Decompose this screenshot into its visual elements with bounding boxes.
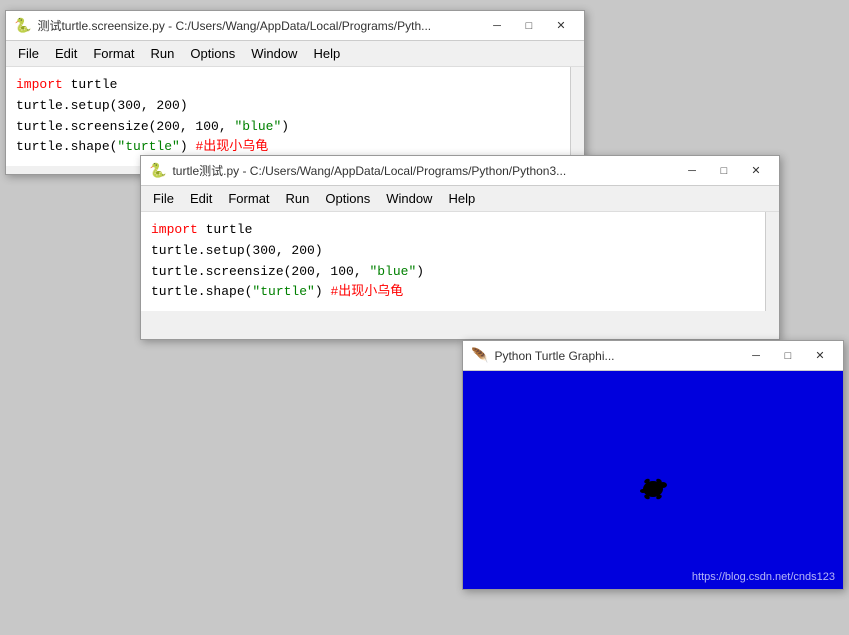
idle-window-2[interactable]: 🐍 turtle测试.py - C:/Users/Wang/AppData/Lo…: [140, 155, 780, 340]
watermark: https://blog.csdn.net/cnds123: [692, 571, 835, 583]
title-bar-1: 🐍 测试turtle.screensize.py - C:/Users/Wang…: [6, 11, 584, 41]
scrollbar-1[interactable]: [570, 67, 584, 166]
title-bar-3: 🪶 Python Turtle Graphi... ─ □ ✕: [463, 341, 843, 371]
maximize-button-3[interactable]: □: [773, 345, 803, 367]
title-bar-left-1: 🐍 测试turtle.screensize.py - C:/Users/Wang…: [14, 17, 482, 34]
code-line-1-2: turtle.setup(300, 200): [16, 96, 574, 117]
code-line-1-1: import turtle: [16, 75, 574, 96]
code-line-2-4: turtle.shape("turtle") #出现小乌龟: [151, 282, 769, 303]
window1-code[interactable]: import turtle turtle.setup(300, 200) tur…: [6, 67, 584, 166]
turtle-canvas: https://blog.csdn.net/cnds123: [463, 371, 843, 589]
menu-options-2[interactable]: Options: [317, 188, 378, 209]
window1-title: 测试turtle.screensize.py - C:/Users/Wang/A…: [37, 17, 431, 34]
window2-body: import turtle turtle.setup(300, 200) tur…: [141, 212, 779, 311]
window3-icon: 🪶: [471, 347, 488, 364]
code-line-2-3: turtle.screensize(200, 100, "blue"): [151, 262, 769, 283]
menu-window-2[interactable]: Window: [378, 188, 440, 209]
menu-file-2[interactable]: File: [145, 188, 182, 209]
turtle-shape: [633, 471, 673, 511]
window1-controls: ─ □ ✕: [482, 15, 576, 37]
close-button-2[interactable]: ✕: [741, 160, 771, 182]
maximize-button-2[interactable]: □: [709, 160, 739, 182]
turtle-window-body: https://blog.csdn.net/cnds123: [463, 371, 843, 589]
code-line-1-3: turtle.screensize(200, 100, "blue"): [16, 117, 574, 138]
menu-file-1[interactable]: File: [10, 43, 47, 64]
idle-window-1[interactable]: 🐍 测试turtle.screensize.py - C:/Users/Wang…: [5, 10, 585, 175]
code-line-2-1: import turtle: [151, 220, 769, 241]
menu-bar-1: File Edit Format Run Options Window Help: [6, 41, 584, 67]
menu-options-1[interactable]: Options: [182, 43, 243, 64]
menu-run-2[interactable]: Run: [278, 188, 318, 209]
window2-code[interactable]: import turtle turtle.setup(300, 200) tur…: [141, 212, 779, 311]
window2-icon: 🐍: [149, 162, 166, 179]
code-line-2-2: turtle.setup(300, 200): [151, 241, 769, 262]
window1-icon: 🐍: [14, 17, 31, 34]
minimize-button-3[interactable]: ─: [741, 345, 771, 367]
menu-bar-2: File Edit Format Run Options Window Help: [141, 186, 779, 212]
window3-controls: ─ □ ✕: [741, 345, 835, 367]
menu-run-1[interactable]: Run: [143, 43, 183, 64]
minimize-button-2[interactable]: ─: [677, 160, 707, 182]
minimize-button-1[interactable]: ─: [482, 15, 512, 37]
close-button-1[interactable]: ✕: [546, 15, 576, 37]
title-bar-left-2: 🐍 turtle测试.py - C:/Users/Wang/AppData/Lo…: [149, 162, 677, 179]
turtle-graphics-window[interactable]: 🪶 Python Turtle Graphi... ─ □ ✕: [462, 340, 844, 590]
menu-edit-1[interactable]: Edit: [47, 43, 85, 64]
menu-format-1[interactable]: Format: [85, 43, 142, 64]
menu-edit-2[interactable]: Edit: [182, 188, 220, 209]
maximize-button-1[interactable]: □: [514, 15, 544, 37]
menu-help-2[interactable]: Help: [440, 188, 483, 209]
window2-title: turtle测试.py - C:/Users/Wang/AppData/Loca…: [172, 162, 566, 179]
menu-window-1[interactable]: Window: [243, 43, 305, 64]
scrollbar-2[interactable]: [765, 212, 779, 311]
turtle-svg: [633, 471, 673, 506]
window2-controls: ─ □ ✕: [677, 160, 771, 182]
window3-title: Python Turtle Graphi...: [494, 349, 614, 363]
menu-help-1[interactable]: Help: [305, 43, 348, 64]
title-bar-left-3: 🪶 Python Turtle Graphi...: [471, 347, 741, 364]
menu-format-2[interactable]: Format: [220, 188, 277, 209]
window1-body: import turtle turtle.setup(300, 200) tur…: [6, 67, 584, 166]
title-bar-2: 🐍 turtle测试.py - C:/Users/Wang/AppData/Lo…: [141, 156, 779, 186]
close-button-3[interactable]: ✕: [805, 345, 835, 367]
